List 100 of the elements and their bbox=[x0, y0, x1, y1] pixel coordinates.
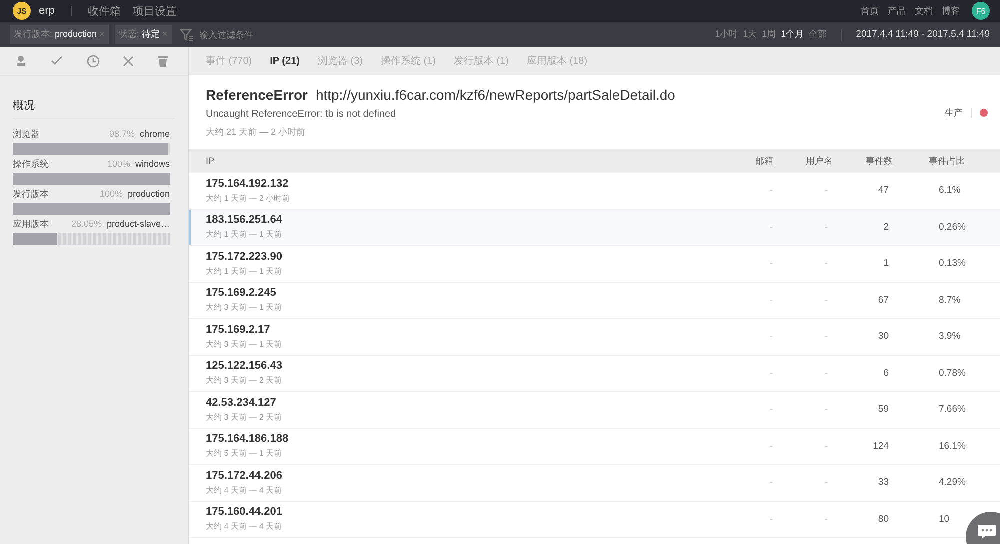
table-cell-text: 10 bbox=[938, 514, 951, 525]
table-cell-text: - bbox=[824, 514, 830, 525]
ip-address: 42.53.234.127 bbox=[206, 396, 278, 409]
time-span: 大约 3 天前 — 1 天前 bbox=[206, 338, 284, 350]
filter-icon bbox=[180, 28, 194, 42]
table-row[interactable]: 175.169.2.245 大约 3 天前 — 1 天前 - - 67 8.7% bbox=[189, 282, 1000, 319]
table-cell-text: - bbox=[768, 404, 774, 416]
column-header: IP bbox=[205, 156, 216, 166]
nav-link[interactable]: 收件箱 bbox=[88, 4, 121, 18]
clock-icon[interactable] bbox=[86, 54, 100, 68]
tab[interactable]: IP (21) bbox=[270, 56, 300, 66]
stat-value: windows bbox=[135, 159, 170, 169]
nav-link[interactable]: 文档 bbox=[915, 4, 933, 18]
ip-address: 175.172.44.206 bbox=[206, 470, 284, 482]
date-range[interactable]: 2017.4.4 11:49 - 2017.5.4 11:49 bbox=[856, 29, 990, 40]
table-cell-text: 47 bbox=[877, 185, 890, 196]
table-cell-text: - bbox=[768, 477, 774, 488]
time-range-option[interactable]: 1个月 bbox=[781, 28, 804, 41]
column-header: 用户名 bbox=[805, 154, 834, 168]
table-cell-text: - bbox=[768, 440, 774, 452]
table-cell-text: 7.66% bbox=[938, 404, 967, 416]
table-cell-text: - bbox=[824, 185, 830, 196]
table-cell-text: - bbox=[824, 368, 830, 379]
time-span: 大约 21 天前 — 2 小时前 bbox=[206, 126, 307, 139]
filter-chip[interactable]: 发行版本: production × bbox=[10, 25, 109, 44]
table-cell-text: - bbox=[768, 222, 774, 233]
table-cell-text: 0.78% bbox=[938, 368, 967, 379]
column-header: 事件占比 bbox=[928, 154, 966, 168]
table-cell-text: 2 bbox=[882, 222, 890, 233]
user-icon[interactable] bbox=[15, 55, 27, 67]
table-cell-text: 33 bbox=[877, 477, 890, 488]
environment-label: 生产 bbox=[945, 106, 963, 120]
ip-address: 183.156.251.64 bbox=[206, 214, 284, 226]
time-span: 大约 5 天前 — 1 天前 bbox=[206, 448, 284, 460]
table-cell-text: 80 bbox=[877, 514, 890, 525]
table-cell-text: - bbox=[768, 258, 774, 270]
column-header: 事件数 bbox=[865, 154, 894, 168]
time-span: 大约 3 天前 — 2 天前 bbox=[206, 375, 284, 386]
time-span: 大约 3 天前 — 2 天前 bbox=[206, 412, 284, 423]
project-name[interactable]: erp bbox=[39, 5, 55, 17]
filter-chip[interactable]: 状态: 待定 × bbox=[114, 25, 172, 44]
stat-percent: 100% bbox=[107, 159, 130, 169]
nav-link[interactable]: 产品 bbox=[888, 4, 906, 18]
table-cell-text: 3.9% bbox=[938, 331, 962, 342]
table-cell-text: - bbox=[824, 331, 830, 342]
table-cell-text: 0.13% bbox=[938, 258, 967, 270]
filter-input[interactable]: 输入过滤条件 bbox=[200, 30, 320, 40]
ip-address: 175.169.2.17 bbox=[206, 324, 272, 336]
table-cell-text: - bbox=[768, 331, 774, 342]
check-icon[interactable] bbox=[50, 55, 63, 67]
ip-address: 175.160.44.201 bbox=[206, 506, 284, 518]
table-cell-text: 67 bbox=[877, 294, 890, 306]
table-cell-text: 8.7% bbox=[938, 294, 962, 306]
table-row[interactable]: 125.122.156.43 大约 3 天前 — 2 天前 - - 6 0.78% bbox=[189, 356, 1000, 392]
table-cell-text: 6.1% bbox=[938, 185, 962, 196]
time-span: 大约 4 天前 — 4 天前 bbox=[206, 521, 284, 532]
logo-badge[interactable]: JS bbox=[13, 2, 31, 20]
table-row[interactable]: 175.169.2.17 大约 3 天前 — 1 天前 - - 30 3.9% bbox=[189, 319, 1000, 356]
table-cell-text: - bbox=[768, 514, 774, 525]
table-row[interactable]: 42.53.234.127 大约 3 天前 — 2 天前 - - 59 7.66% bbox=[189, 392, 1000, 428]
stat-label: 浏览器 bbox=[13, 128, 41, 140]
error-url[interactable]: http://yunxiu.f6car.com/kzf6/newReports/partSaleDetail.do bbox=[316, 87, 676, 103]
table-cell-text: 0.26% bbox=[938, 222, 967, 233]
table-cell-text: 1 bbox=[882, 258, 890, 270]
stat-value: production bbox=[128, 189, 170, 199]
ip-address: 175.172.223.90 bbox=[206, 250, 284, 263]
ip-address: 175.164.192.132 bbox=[206, 178, 290, 190]
time-span: 大约 3 天前 — 1 天前 bbox=[206, 302, 284, 314]
table-cell-text: 6 bbox=[882, 368, 890, 379]
error-message: Uncaught ReferenceError: tb is not defined bbox=[206, 109, 398, 120]
stat-percent: 100% bbox=[100, 189, 123, 199]
table-cell-text: 124 bbox=[872, 440, 890, 452]
distribution-bar[interactable] bbox=[13, 233, 170, 245]
ip-address: 125.122.156.43 bbox=[206, 360, 284, 372]
stat-value: product-slave… bbox=[106, 219, 170, 229]
stat-percent: 98.7% bbox=[109, 129, 135, 139]
close-icon[interactable] bbox=[123, 56, 134, 66]
table-row[interactable]: 175.172.223.90 大约 1 天前 — 1 天前 - - 1 0.13% bbox=[189, 246, 1000, 282]
ip-address: 175.169.2.245 bbox=[206, 287, 278, 300]
nav-link[interactable]: 博客 bbox=[942, 4, 960, 18]
table-cell-text: 16.1% bbox=[938, 440, 967, 452]
nav-link[interactable]: 项目设置 bbox=[132, 4, 177, 18]
table-cell-text: - bbox=[824, 294, 830, 306]
trash-icon[interactable] bbox=[158, 55, 168, 67]
nav-link[interactable]: 首页 bbox=[861, 4, 879, 18]
table-cell-text: - bbox=[768, 185, 774, 196]
chat-icon bbox=[977, 524, 997, 540]
table-cell-text: - bbox=[824, 258, 830, 270]
table-cell-text: - bbox=[768, 294, 774, 306]
column-header: 邮箱 bbox=[754, 154, 774, 168]
table-cell-text: 30 bbox=[877, 331, 890, 342]
table-row[interactable]: 183.156.251.64 大约 1 天前 — 1 天前 - - 2 0.26% bbox=[189, 210, 1000, 246]
stat-label: 发行版本 bbox=[13, 188, 50, 200]
table-row[interactable]: 175.172.44.206 大约 4 天前 — 4 天前 - - 33 4.29% bbox=[189, 465, 1000, 502]
section-title: 概况 bbox=[13, 98, 175, 119]
error-type: ReferenceError bbox=[206, 87, 308, 103]
table-cell-text: - bbox=[824, 440, 830, 452]
time-span: 大约 4 天前 — 4 天前 bbox=[206, 484, 284, 496]
table-row[interactable]: 175.164.186.188 大约 5 天前 — 1 天前 - - 124 16.1% bbox=[189, 428, 1000, 465]
stat-percent: 28.05% bbox=[71, 219, 102, 229]
